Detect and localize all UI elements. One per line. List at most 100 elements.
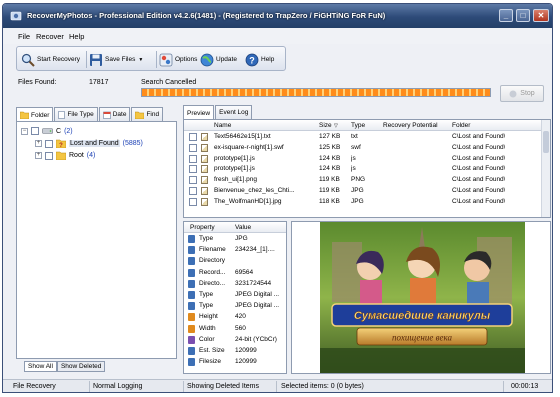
cell-value: JPEG Digital ... — [235, 291, 280, 298]
row-checkbox[interactable] — [189, 165, 197, 174]
row-checkbox[interactable] — [189, 133, 197, 141]
file-icon — [201, 176, 208, 185]
file-list-scrollbar[interactable] — [541, 120, 550, 217]
cell-property: Est. Size — [199, 347, 225, 354]
column-size[interactable]: Size — [319, 122, 332, 129]
file-icon — [201, 133, 208, 141]
help-button[interactable]: ? Help — [245, 51, 274, 68]
expand-icon[interactable]: + — [35, 140, 42, 147]
status-logging: Normal Logging — [93, 383, 143, 390]
tab-show-deleted[interactable]: Show Deleted — [56, 361, 106, 372]
row-checkbox[interactable] — [189, 154, 197, 163]
tab-file-type-label: File Type — [67, 111, 94, 118]
file-icon — [201, 143, 208, 152]
maximize-button[interactable]: □ — [516, 9, 530, 22]
file-list-header: Name Size ▽ Type Recovery Potential Fold… — [184, 120, 550, 131]
column-name[interactable]: Name — [214, 122, 231, 129]
table-row[interactable]: prototype[1].js 124 KB js C\Lost and Found\ — [184, 164, 550, 174]
statusbar-divider — [276, 381, 277, 392]
title-bar[interactable]: RecoverMyPhotos - Professional Edition v… — [3, 4, 552, 28]
minimize-button[interactable]: _ — [499, 9, 513, 22]
update-button[interactable]: Update — [200, 51, 237, 68]
menu-help[interactable]: Help — [69, 32, 84, 41]
tree-node-c[interactable]: − C (2) — [21, 127, 73, 135]
toolbar-divider — [86, 51, 87, 68]
row-checkbox[interactable] — [189, 176, 197, 185]
column-property[interactable]: Property — [190, 224, 215, 231]
cell-property: Type — [199, 235, 214, 242]
chevron-down-icon[interactable]: ▼ — [138, 57, 143, 63]
cell-name: prototype[1].js — [214, 165, 255, 173]
property-icon — [188, 302, 195, 311]
cell-type: JPG — [351, 197, 364, 205]
tab-file-type[interactable]: File Type — [54, 107, 98, 121]
find-folder-icon — [135, 111, 145, 119]
tree-checkbox[interactable] — [31, 127, 39, 135]
options-button[interactable]: Options — [159, 51, 197, 68]
column-value[interactable]: Value — [235, 224, 251, 231]
search-status: Search Cancelled — [141, 79, 197, 86]
column-type[interactable]: Type — [351, 122, 365, 129]
row-checkbox[interactable] — [189, 143, 197, 152]
column-folder[interactable]: Folder — [452, 122, 470, 129]
cell-value: 120999 — [235, 347, 257, 354]
cell-type: JPG — [351, 187, 364, 194]
table-row[interactable]: prototype[1].js 124 KB js C\Lost and Found\ — [184, 154, 550, 164]
tree-checkbox[interactable] — [45, 139, 53, 148]
menu-recover[interactable]: Recover — [36, 32, 64, 41]
property-row: Est. Size 120999 — [184, 346, 286, 356]
row-checkbox[interactable] — [189, 187, 197, 195]
close-button[interactable]: ✕ — [533, 9, 549, 22]
tab-event-log[interactable]: Event Log — [215, 105, 253, 119]
property-icon — [188, 279, 195, 288]
save-files-button[interactable]: Save Files ▼ — [89, 51, 143, 68]
status-showing: Showing Deleted Items — [187, 383, 259, 390]
table-row[interactable]: Bienvenue_chez_les_Chti... 119 KB JPG C\Los… — [184, 186, 550, 196]
options-label: Options — [175, 56, 198, 63]
tree-node-root[interactable]: + Root (4) — [35, 151, 95, 160]
tree-count: (5885) — [122, 140, 143, 147]
help-label: Help — [261, 56, 275, 63]
cell-name: Bienvenue_chez_les_Chti... — [214, 187, 295, 194]
table-row[interactable]: Text56462e15[1].txt 127 KB txt C\Lost and F… — [184, 132, 550, 142]
left-panel: Folder File Type Date Find − C (2) + ? L… — [16, 107, 177, 374]
tab-date[interactable]: Date — [98, 107, 131, 121]
tree-node-lost-and-found[interactable]: + ? Lost and Found (5885) — [35, 139, 143, 148]
tree-label: Lost and Found — [69, 140, 120, 147]
cell-size: 124 KB — [319, 154, 341, 162]
table-row[interactable]: fresh_ui[1].png 119 KB PNG C\Lost and Found… — [184, 175, 550, 185]
options-icon — [159, 53, 173, 66]
collapse-icon[interactable]: − — [21, 127, 28, 135]
stop-button[interactable]: Stop — [500, 85, 544, 102]
status-mode: File Recovery — [13, 383, 56, 390]
menu-file[interactable]: File — [18, 32, 30, 41]
tab-find[interactable]: Find — [131, 107, 164, 121]
property-icon — [188, 335, 195, 344]
cell-folder: C\Lost and Found\ — [452, 154, 506, 162]
expand-icon[interactable]: + — [35, 152, 42, 159]
right-panel: Preview Event Log Name Size ▽ Type Recov… — [183, 105, 551, 374]
cell-type: js — [351, 165, 356, 173]
property-row: Filesize 120999 — [184, 357, 286, 367]
properties-panel: Property Value Type JPG Filename 234234_[1]… — [183, 221, 287, 374]
column-recovery-potential[interactable]: Recovery Potential — [383, 122, 438, 129]
cell-name: The_WolfmanHD[1].jpg — [214, 197, 282, 205]
start-recovery-button[interactable]: Start Recovery — [21, 51, 80, 68]
scrollbar-thumb[interactable] — [543, 131, 549, 153]
menu-bar: File Recover Help — [3, 28, 552, 44]
cell-type: swf — [351, 143, 361, 151]
tree-checkbox[interactable] — [45, 151, 53, 160]
status-selected: Selected items: 0 (0 bytes) — [281, 383, 364, 390]
tab-show-all[interactable]: Show All — [24, 361, 57, 372]
preview-image: Сумасшедшие каникулы похищение века — [320, 222, 525, 373]
property-row: Type JPG — [184, 234, 286, 244]
row-checkbox[interactable] — [189, 197, 197, 206]
table-row[interactable]: The_WolfmanHD[1].jpg 118 KB JPG C\Lost and … — [184, 197, 550, 207]
tab-folder[interactable]: Folder — [16, 107, 54, 122]
property-icon — [188, 291, 195, 299]
tab-preview[interactable]: Preview — [183, 105, 215, 120]
table-row[interactable]: ex-isquare-r-night[1].swf 125 KB swf C\Lost… — [184, 143, 550, 153]
property-icon — [188, 324, 195, 333]
save-files-label: Save Files — [105, 56, 136, 63]
sort-desc-icon: ▽ — [334, 123, 338, 129]
